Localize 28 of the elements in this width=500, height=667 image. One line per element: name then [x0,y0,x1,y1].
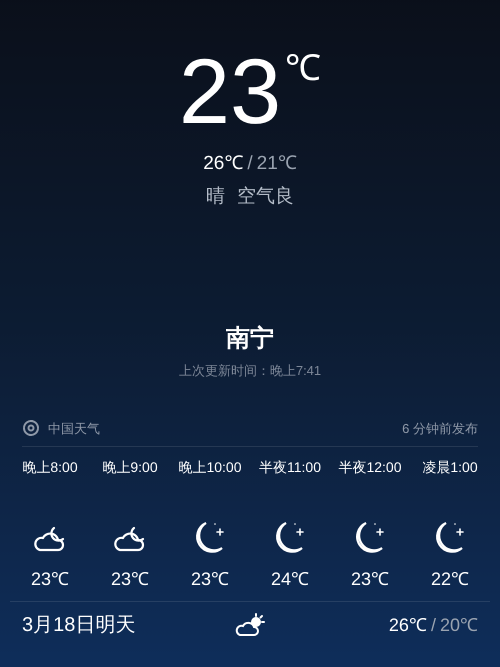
high-temperature: 26℃ [203,152,244,176]
hour-temperature: 23℃ [110,568,150,591]
hour-label: 半夜11:00 [259,458,321,477]
low-temperature: 21℃ [256,152,297,176]
hour-label: 半夜12:00 [338,458,402,477]
air-quality: 空气良 [237,184,294,208]
hour-temperature: 23℃ [190,568,230,591]
hour-label: 凌晨1:00 [422,458,478,477]
cloud-sun-icon [235,613,265,637]
hour-label: 晚上9:00 [102,458,158,477]
forecast-high: 26℃ [388,614,427,636]
forecast-low: 20℃ [440,614,478,636]
source-name: 中国天气 [48,420,100,438]
hour-temperature: 22℃ [430,568,470,591]
temperature-unit: ℃ [285,50,322,86]
update-time: 上次更新时间：晚上7:41 [178,362,322,380]
hour-label: 晚上10:00 [178,458,242,477]
hour-temperature: 23℃ [30,568,70,591]
hour-label: 晚上8:00 [22,458,78,477]
hour-temperature: 23℃ [350,568,390,591]
temperature: 23 [178,46,282,138]
forecast-date: 3月18日明天 [22,613,136,638]
publish-time: 6 分钟前发布 [402,420,478,438]
city-name: 南宁 [226,324,274,354]
separator: / [430,614,436,636]
hour-temperature: 24℃ [270,568,310,591]
separator: / [247,152,253,176]
weather-condition: 晴 [206,184,225,208]
